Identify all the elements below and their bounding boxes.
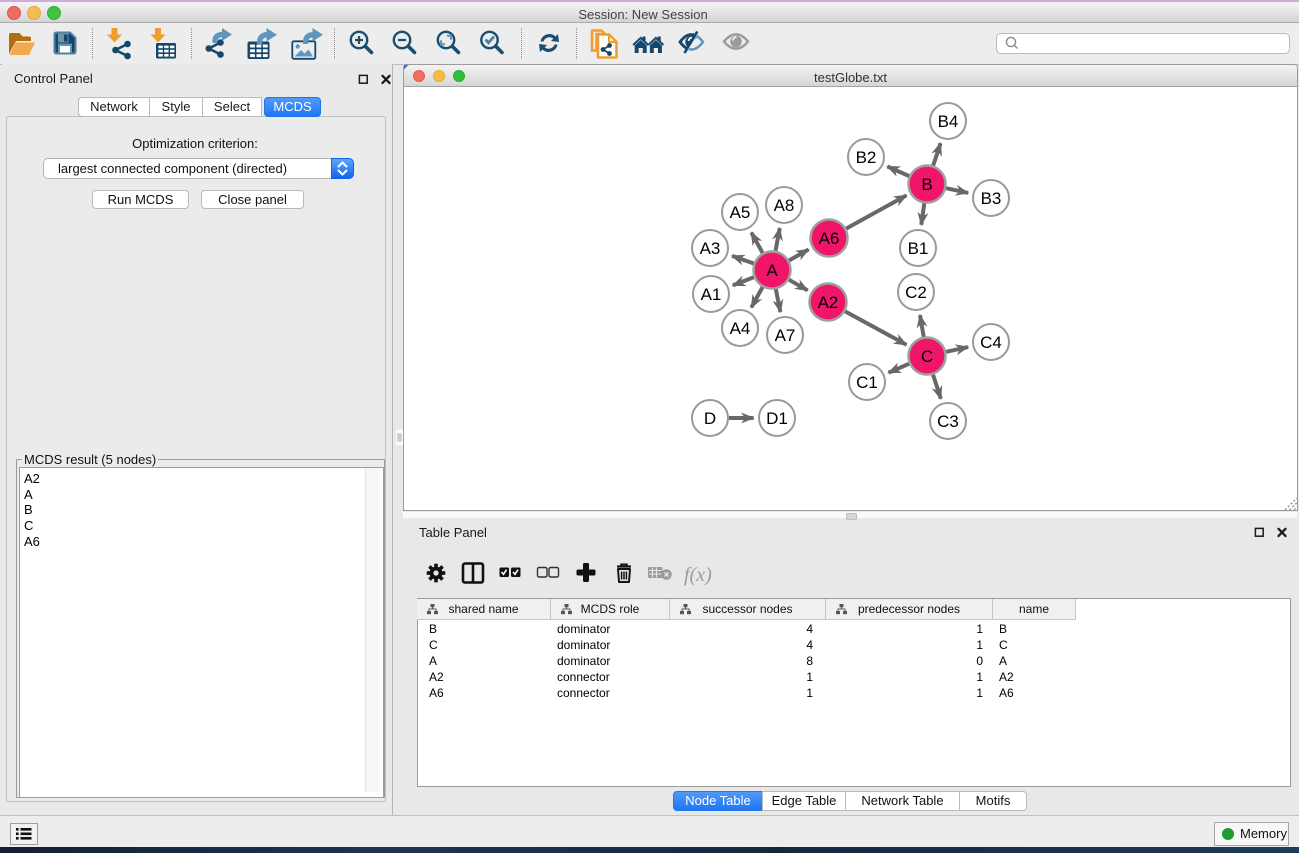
svg-text:A5: A5 [730,203,751,222]
svg-text:B2: B2 [856,148,877,167]
svg-text:B: B [921,175,932,194]
svg-text:C4: C4 [980,333,1002,352]
svg-text:C1: C1 [856,373,878,392]
svg-text:A6: A6 [819,229,840,248]
svg-text:A3: A3 [700,239,721,258]
svg-text:A1: A1 [701,285,722,304]
svg-text:A4: A4 [730,319,751,338]
svg-text:B4: B4 [938,112,959,131]
svg-text:C2: C2 [905,283,927,302]
svg-text:C: C [921,347,933,366]
svg-text:A: A [766,261,778,280]
svg-text:A2: A2 [818,293,839,312]
svg-text:D: D [704,409,716,428]
svg-text:A7: A7 [775,326,796,345]
svg-text:B1: B1 [908,239,929,258]
svg-text:A8: A8 [774,196,795,215]
svg-text:C3: C3 [937,412,959,431]
svg-text:B3: B3 [981,189,1002,208]
svg-text:D1: D1 [766,409,788,428]
svg-text:f(x): f(x) [684,564,712,586]
